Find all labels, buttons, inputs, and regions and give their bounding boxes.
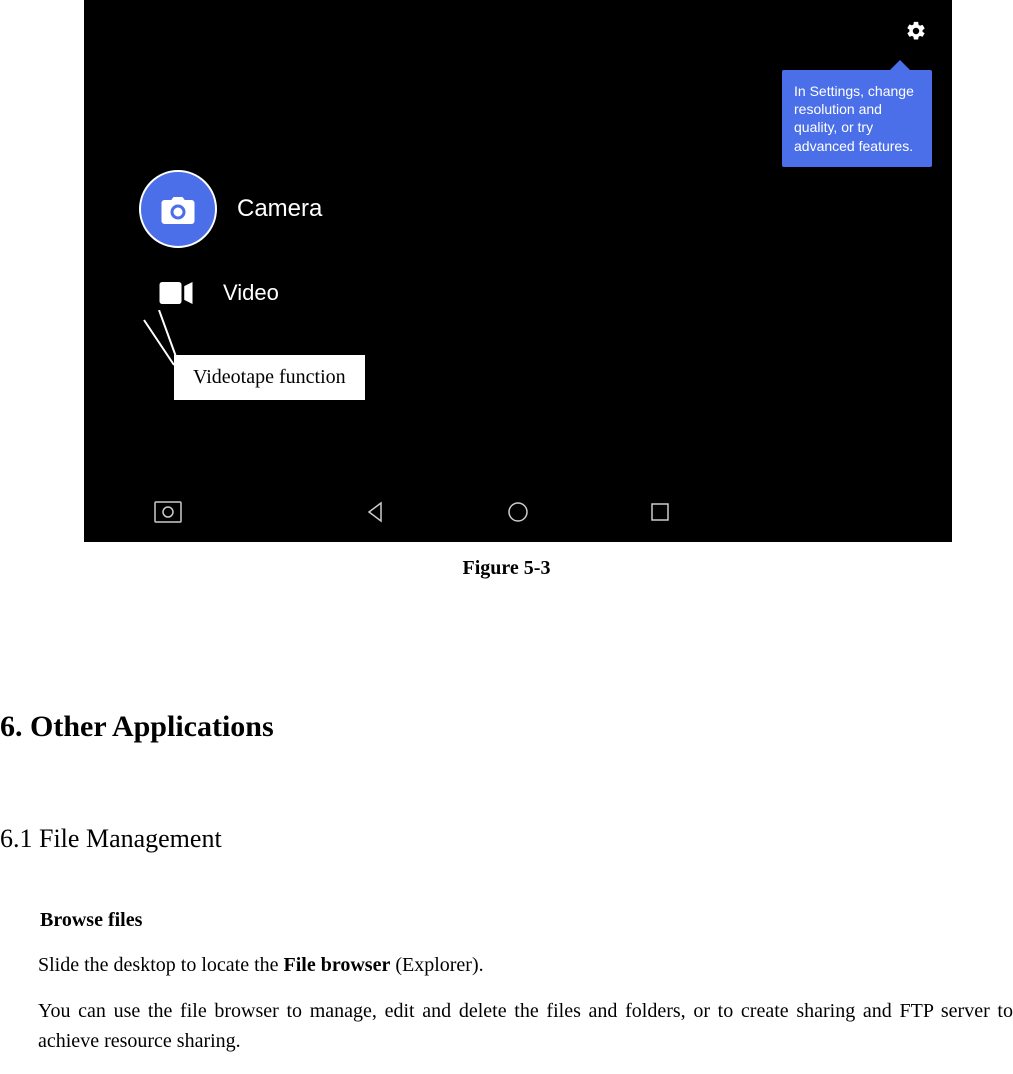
video-label: Video	[223, 280, 279, 306]
figure-caption: Figure 5-3	[0, 557, 1013, 580]
videotape-annotation: Videotape function	[174, 355, 365, 400]
nav-back-icon[interactable]	[365, 501, 387, 523]
tooltip-text: In Settings, change resolution and quali…	[794, 83, 914, 154]
camera-mode-item[interactable]: Camera	[139, 170, 322, 248]
paragraph-2: You can use the file browser to manage, …	[38, 996, 1013, 1056]
video-icon	[159, 282, 193, 304]
nav-home-icon[interactable]	[507, 501, 529, 523]
nav-recent-icon[interactable]	[649, 501, 671, 523]
camera-label: Camera	[237, 195, 322, 223]
annotation-text: Videotape function	[193, 366, 346, 388]
android-nav-bar	[84, 492, 952, 532]
viewfinder-icon[interactable]	[154, 501, 182, 523]
gear-icon[interactable]	[905, 20, 927, 42]
settings-tooltip: In Settings, change resolution and quali…	[782, 70, 932, 167]
document-content: 6. Other Applications 6.1 File Managemen…	[0, 710, 1013, 1056]
subheading-browse-files: Browse files	[40, 909, 1013, 932]
video-mode-item[interactable]: Video	[159, 280, 279, 306]
camera-app-screenshot: In Settings, change resolution and quali…	[84, 0, 952, 542]
section-heading-6: 6. Other Applications	[0, 710, 1013, 744]
paragraph-1: Slide the desktop to locate the File bro…	[38, 950, 1013, 980]
section-heading-6-1: 6.1 File Management	[0, 824, 1013, 854]
camera-icon	[139, 170, 217, 248]
